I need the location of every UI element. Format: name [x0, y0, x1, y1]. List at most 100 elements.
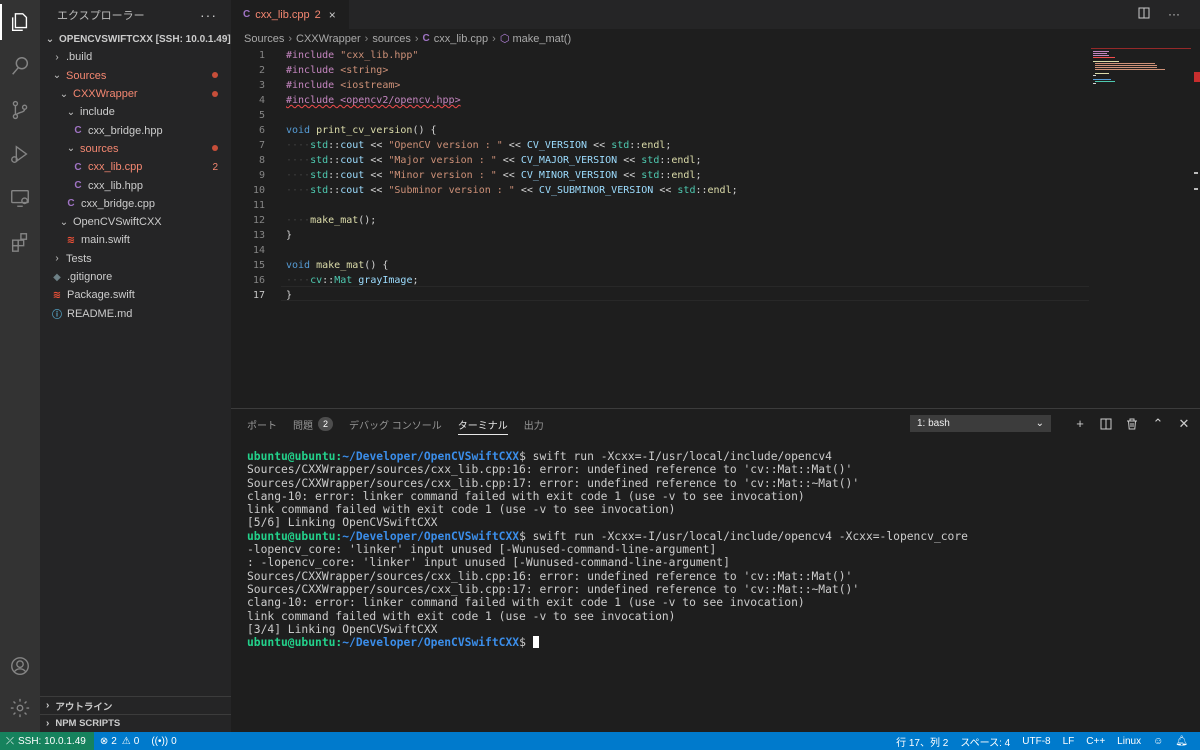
account-icon[interactable] [0, 644, 40, 688]
tab-terminal[interactable]: ターミナル [457, 409, 508, 439]
terminal-text: clang-10: error: linker command failed w… [247, 596, 805, 610]
cpp-file-icon: C [74, 161, 82, 173]
tree-item[interactable]: ⌄ OpenCVSwiftCXX [40, 213, 231, 231]
remote-indicator[interactable]: ⤫ SSH: 10.0.1.49 [0, 732, 94, 750]
outline-section[interactable]: › アウトライン [40, 696, 231, 714]
end-of-line[interactable]: LF [1057, 736, 1081, 747]
tree-item[interactable]: ⌄ sources [40, 140, 231, 158]
tab-problems[interactable]: 問題 2 [293, 409, 334, 439]
sidebar-title: エクスプローラー [57, 10, 145, 22]
prompt-user: ubuntu@ubuntu [247, 636, 336, 650]
tree-item[interactable]: › Tests [40, 250, 231, 268]
breadcrumb-item[interactable]: sources [372, 33, 411, 45]
tree-item-label: cxx_lib.hpp [88, 179, 144, 192]
tree-item[interactable]: Ccxx_bridge.hpp [40, 121, 231, 139]
feedback-icon[interactable]: ☺ [1147, 736, 1169, 747]
split-terminal-icon[interactable] [1093, 415, 1119, 432]
code-editor[interactable]: 1 #include "cxx_lib.hpp" 2 #include <str… [231, 48, 1200, 408]
more-actions-icon[interactable]: ··· [200, 7, 217, 23]
tree-item[interactable]: ⌄ include [40, 103, 231, 121]
maximize-panel-icon[interactable]: ⌃ [1145, 415, 1171, 432]
more-actions-icon[interactable]: ··· [1168, 7, 1180, 22]
explorer-icon[interactable] [0, 0, 40, 44]
line-number: 6 [258, 125, 265, 136]
terminal-text: Sources/CXXWrapper/sources/cxx_lib.cpp:1… [247, 582, 860, 596]
terminal-line: ubuntu@ubuntu:~/Developer/OpenCVSwiftCXX… [247, 636, 968, 649]
language-mode[interactable]: C++ [1080, 736, 1111, 747]
panel-actions: + ⌃ ✕ [1067, 415, 1197, 432]
tree-item[interactable]: › .build [40, 48, 231, 66]
tree-item-label: Package.swift [67, 289, 135, 302]
cpp-file-icon: C [422, 33, 430, 44]
terminal-text: Sources/CXXWrapper/sources/cxx_lib.cpp:1… [247, 569, 853, 583]
tree-item[interactable]: ◆ .gitignore [40, 268, 231, 286]
tab-debug-console[interactable]: デバッグ コンソール [349, 409, 442, 439]
function-cube-icon: ⬡ [499, 33, 510, 45]
explorer-sidebar: エクスプローラー ··· ⌄ OPENCVSWIFTCXX [SSH: 10.0… [40, 0, 231, 732]
chevron-right-icon: › [55, 253, 59, 265]
tree-item[interactable]: Ccxx_bridge.cpp [40, 195, 231, 213]
terminal-output[interactable]: ubuntu@ubuntu:~/Developer/OpenCVSwiftCXX… [247, 450, 968, 649]
code-line: 8 ····std::cout << "Major version : " <<… [231, 153, 1091, 168]
prompt-path: ~/Developer/OpenCVSwiftCXX [342, 636, 520, 650]
tree-item[interactable]: Ccxx_lib.hpp [40, 176, 231, 194]
breadcrumb-item[interactable]: CXXWrapper [296, 33, 361, 45]
ports-indicator[interactable]: ((•)) 0 [145, 736, 182, 747]
minimap[interactable] [1091, 48, 1191, 98]
bell-icon[interactable]: 🔔︎ [1169, 736, 1194, 747]
tree-item[interactable]: ≋ Package.swift [40, 286, 231, 304]
swift-file-icon: ≋ [66, 234, 76, 246]
search-icon[interactable] [0, 44, 40, 88]
terminal-line: [5/6] Linking OpenCVSwiftCXX [247, 516, 968, 529]
trash-icon[interactable] [1119, 415, 1145, 432]
npm-scripts-section[interactable]: › NPM SCRIPTS [40, 714, 231, 732]
code-line: 13 } [231, 228, 1091, 243]
source-control-icon[interactable] [0, 88, 40, 132]
tree-item[interactable]: ⌄ CXXWrapper [40, 85, 231, 103]
tab-ports[interactable]: ポート [247, 409, 277, 439]
terminal-select[interactable]: 1: bash ⌄ [910, 415, 1051, 432]
scrollbar-position-marker[interactable] [1194, 172, 1198, 190]
breadcrumb-item[interactable]: Sources [244, 33, 284, 45]
cursor-position[interactable]: 行 17、列 2 [890, 734, 954, 749]
error-count: 2 [212, 161, 218, 173]
line-number: 14 [252, 245, 265, 256]
terminal-line: link command failed with exit code 1 (us… [247, 610, 968, 623]
terminal-text: [5/6] Linking OpenCVSwiftCXX [247, 516, 438, 530]
tree-item[interactable]: ⓘ README.md [40, 304, 231, 322]
encoding[interactable]: UTF-8 [1016, 736, 1056, 747]
tree-item[interactable]: ≋ main.swift [40, 231, 231, 249]
breadcrumb-item[interactable]: cxx_lib.cpp [434, 33, 488, 45]
code-line: 3 #include <iostream> [231, 78, 1091, 93]
broadcast-icon: ((•)) [151, 735, 169, 747]
new-terminal-icon[interactable]: + [1067, 415, 1093, 432]
settings-gear-icon[interactable] [0, 686, 40, 730]
run-debug-icon[interactable] [0, 132, 40, 176]
status-right: 行 17、列 2 スペース: 4 UTF-8 LF C++ Linux ☺ 🔔︎ [890, 732, 1194, 750]
tree-item-label: cxx_lib.cpp [88, 161, 143, 174]
prompt-path: ~/Developer/OpenCVSwiftCXX [342, 529, 520, 543]
code-line: 16 ····cv::Mat grayImage; [231, 273, 1091, 288]
remote-explorer-icon[interactable] [0, 176, 40, 220]
split-editor-icon[interactable] [1138, 7, 1150, 22]
tab-cxx-lib-cpp[interactable]: C cxx_lib.cpp 2 × [231, 0, 349, 29]
os-indicator[interactable]: Linux [1111, 736, 1147, 747]
close-icon[interactable]: × [329, 8, 336, 22]
extensions-icon[interactable] [0, 220, 40, 264]
workspace-root[interactable]: ⌄ OPENCVSWIFTCXX [SSH: 10.0.1.49] [40, 30, 231, 48]
code-line: 5 [231, 108, 1091, 123]
error-dot [212, 89, 218, 100]
breadcrumb-item[interactable]: make_mat() [512, 33, 571, 45]
problems-indicator[interactable]: ⊗ 2 ⚠ 0 [94, 736, 145, 747]
tree-item[interactable]: Ccxx_lib.cpp 2 [40, 158, 231, 176]
close-panel-icon[interactable]: ✕ [1171, 415, 1197, 432]
line-number: 12 [252, 215, 265, 226]
tab-output[interactable]: 出力 [524, 409, 544, 439]
terminal-command: $ [519, 636, 533, 650]
problems-count-badge: 2 [318, 417, 334, 431]
tree-item[interactable]: ⌄ Sources [40, 67, 231, 85]
code-line: 12 ····make_mat(); [231, 213, 1091, 228]
chevron-right-icon: › [55, 51, 59, 63]
line-number: 4 [258, 95, 265, 106]
indentation[interactable]: スペース: 4 [954, 734, 1016, 749]
